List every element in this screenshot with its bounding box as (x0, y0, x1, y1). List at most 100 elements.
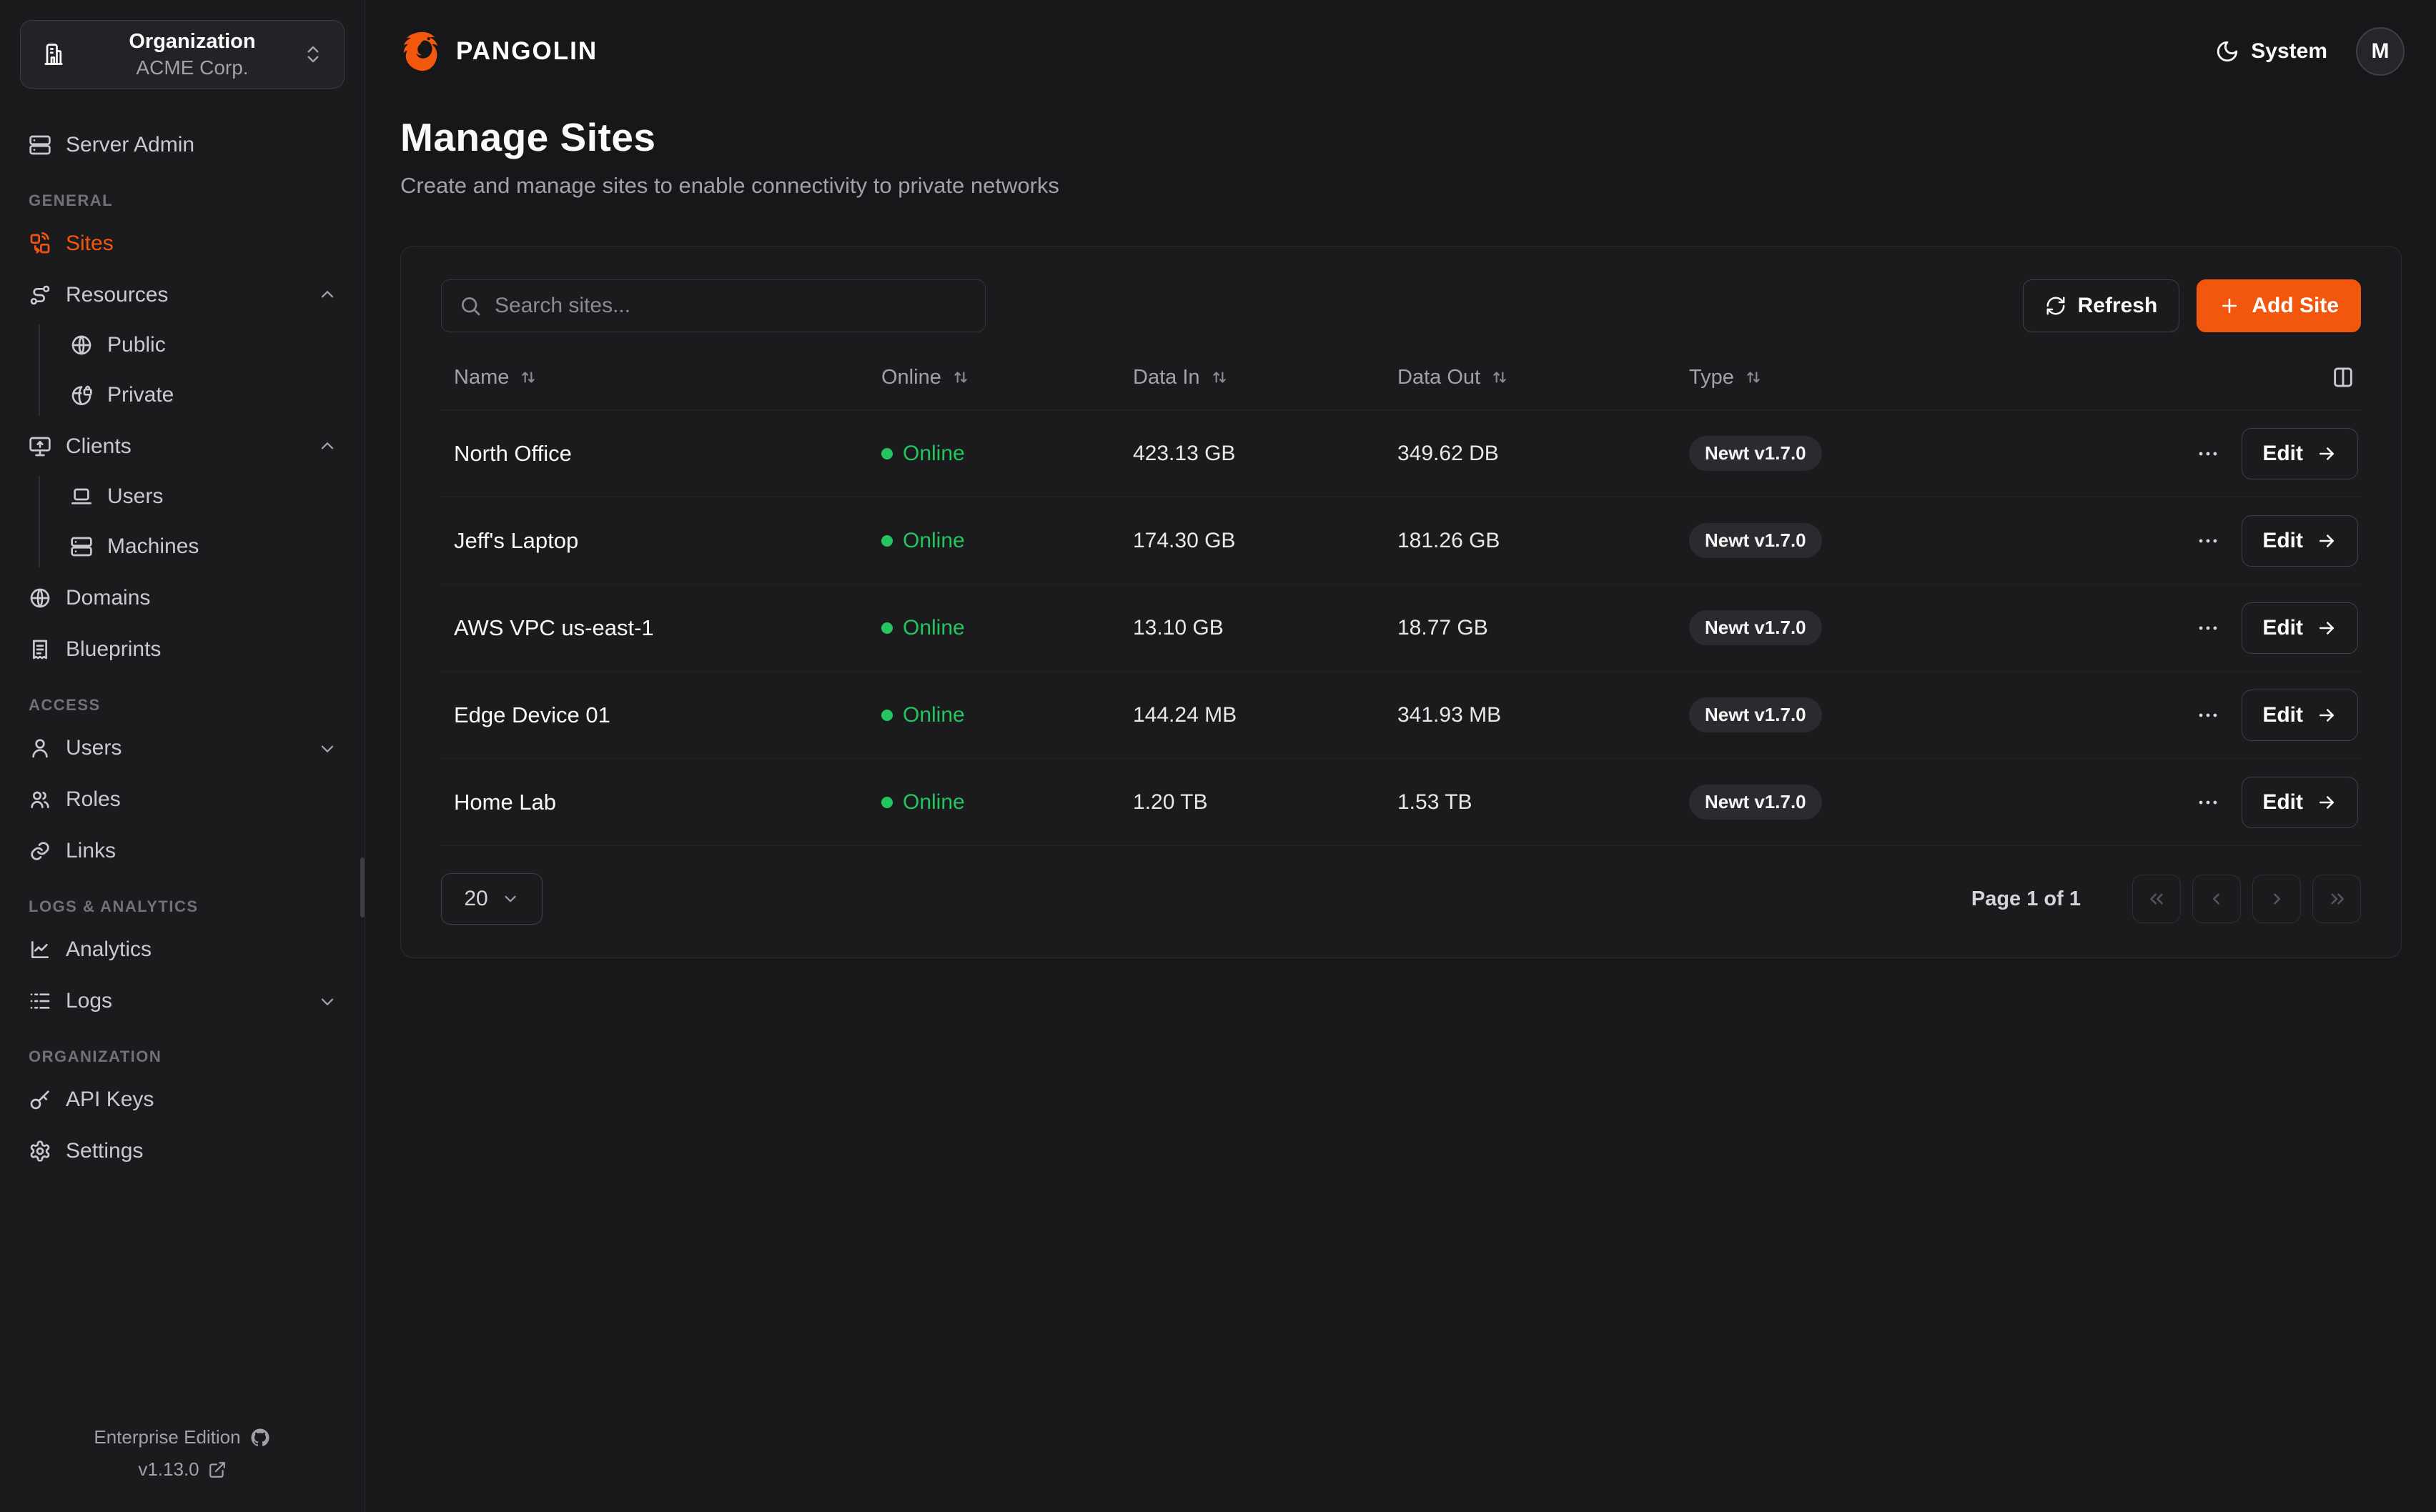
org-selector[interactable]: Organization ACME Corp. (20, 20, 345, 89)
sort-icon (519, 368, 538, 387)
page-subtitle: Create and manage sites to enable connec… (400, 173, 2402, 199)
org-label: Organization (82, 29, 302, 54)
github-icon[interactable] (249, 1427, 271, 1448)
resources-subnav: Public Private (39, 324, 342, 416)
add-site-button[interactable]: Add Site (2197, 279, 2361, 332)
pagination: 20 Page 1 of 1 (441, 873, 2361, 925)
globe-icon (70, 334, 93, 357)
sidebar-item-blueprints[interactable]: Blueprints (29, 627, 342, 672)
type-badge: Newt v1.7.0 (1689, 523, 1822, 558)
edit-button[interactable]: Edit (2242, 602, 2358, 654)
sidebar-item-server-admin[interactable]: Server Admin (29, 123, 342, 167)
search-input[interactable] (495, 294, 968, 318)
theme-toggle[interactable]: System (2215, 39, 2327, 64)
prev-page-button[interactable] (2192, 875, 2241, 923)
sidebar-item-private[interactable]: Private (70, 374, 342, 416)
key-icon (29, 1088, 51, 1111)
table-row: North Office Online 423.13 GB 349.62 DB … (441, 410, 2361, 497)
sidebar-item-sites[interactable]: Sites (29, 222, 342, 266)
sidebar-item-roles[interactable]: Roles (29, 777, 342, 822)
type-badge: Newt v1.7.0 (1689, 436, 1822, 471)
table-row: Edge Device 01 Online 144.24 MB 341.93 M… (441, 672, 2361, 759)
logs-icon (29, 990, 51, 1013)
plus-icon (2219, 295, 2240, 317)
table-row: AWS VPC us-east-1 Online 13.10 GB 18.77 … (441, 585, 2361, 672)
column-visibility-icon[interactable] (2331, 365, 2355, 389)
row-menu-icon[interactable] (2196, 524, 2220, 558)
type-badge: Newt v1.7.0 (1689, 697, 1822, 732)
search-icon (459, 294, 482, 317)
pangolin-logo[interactable]: PANGOLIN (400, 29, 598, 74)
chart-line-icon (29, 938, 51, 961)
page-title: Manage Sites (400, 114, 2402, 160)
sidebar-item-users[interactable]: Users (29, 726, 342, 770)
status-badge: Online (868, 616, 1120, 640)
row-menu-icon[interactable] (2196, 611, 2220, 645)
table-header: Name Online Data In Data Out (441, 365, 2361, 410)
external-link-icon[interactable] (208, 1461, 227, 1479)
main-content: Manage Sites Create and manage sites to … (366, 103, 2436, 1512)
status-badge: Online (868, 442, 1120, 466)
edit-button[interactable]: Edit (2242, 690, 2358, 741)
edit-button[interactable]: Edit (2242, 777, 2358, 828)
column-header-data-out[interactable]: Data Out (1385, 366, 1676, 389)
sites-icon (29, 232, 51, 255)
sidebar-item-clients[interactable]: Clients (29, 424, 342, 469)
first-page-button[interactable] (2132, 875, 2181, 923)
moon-icon (2215, 39, 2239, 64)
sidebar-item-logs[interactable]: Logs (29, 979, 342, 1023)
last-page-button[interactable] (2312, 875, 2361, 923)
sort-icon (1744, 368, 1763, 387)
sidebar-item-public[interactable]: Public (70, 324, 342, 366)
column-header-online[interactable]: Online (868, 366, 1120, 389)
sidebar-item-api-keys[interactable]: API Keys (29, 1078, 342, 1122)
online-dot-icon (881, 535, 893, 547)
column-header-type[interactable]: Type (1676, 366, 2062, 389)
sidebar-footer: Enterprise Edition v1.13.0 (0, 1416, 365, 1512)
edit-button[interactable]: Edit (2242, 428, 2358, 479)
online-dot-icon (881, 622, 893, 634)
sidebar-item-settings[interactable]: Settings (29, 1129, 342, 1173)
sidebar-item-links[interactable]: Links (29, 829, 342, 873)
status-badge: Online (868, 790, 1120, 815)
next-page-button[interactable] (2252, 875, 2301, 923)
chevron-down-icon (317, 738, 337, 758)
chevron-down-icon (501, 890, 520, 908)
row-menu-icon[interactable] (2196, 698, 2220, 732)
sidebar-item-machines[interactable]: Machines (70, 526, 342, 567)
sort-icon (1210, 368, 1229, 387)
type-badge: Newt v1.7.0 (1689, 785, 1822, 820)
sidebar-item-client-users[interactable]: Users (70, 476, 342, 517)
sidebar-scrollbar-thumb[interactable] (360, 857, 365, 917)
arrow-right-icon (2316, 617, 2337, 639)
building-icon (41, 41, 66, 67)
edit-button[interactable]: Edit (2242, 515, 2358, 567)
page-info: Page 1 of 1 (1971, 887, 2081, 911)
version-label[interactable]: v1.13.0 (138, 1458, 199, 1481)
avatar[interactable]: M (2356, 27, 2405, 76)
page-size-select[interactable]: 20 (441, 873, 543, 925)
table-row: Home Lab Online 1.20 TB 1.53 TB Newt v1.… (441, 759, 2361, 846)
online-dot-icon (881, 448, 893, 459)
row-menu-icon[interactable] (2196, 785, 2220, 820)
arrow-right-icon (2316, 530, 2337, 552)
sidebar-item-analytics[interactable]: Analytics (29, 927, 342, 972)
clients-subnav: Users Machines (39, 476, 342, 567)
online-dot-icon (881, 797, 893, 808)
column-header-data-in[interactable]: Data In (1120, 366, 1385, 389)
gear-icon (29, 1140, 51, 1163)
table-row: Jeff's Laptop Online 174.30 GB 181.26 GB… (441, 497, 2361, 585)
brand-name: PANGOLIN (456, 37, 598, 66)
section-label-access: ACCESS (29, 696, 342, 715)
sidebar-item-domains[interactable]: Domains (29, 576, 342, 620)
arrow-right-icon (2316, 705, 2337, 726)
row-menu-icon[interactable] (2196, 437, 2220, 471)
chevron-up-icon (317, 285, 337, 305)
topbar: PANGOLIN System M (366, 0, 2436, 103)
refresh-button[interactable]: Refresh (2023, 279, 2180, 332)
online-dot-icon (881, 710, 893, 721)
sidebar-item-resources[interactable]: Resources (29, 273, 342, 317)
type-badge: Newt v1.7.0 (1689, 610, 1822, 645)
chevrons-up-down-icon (302, 44, 324, 65)
column-header-name[interactable]: Name (441, 366, 868, 389)
